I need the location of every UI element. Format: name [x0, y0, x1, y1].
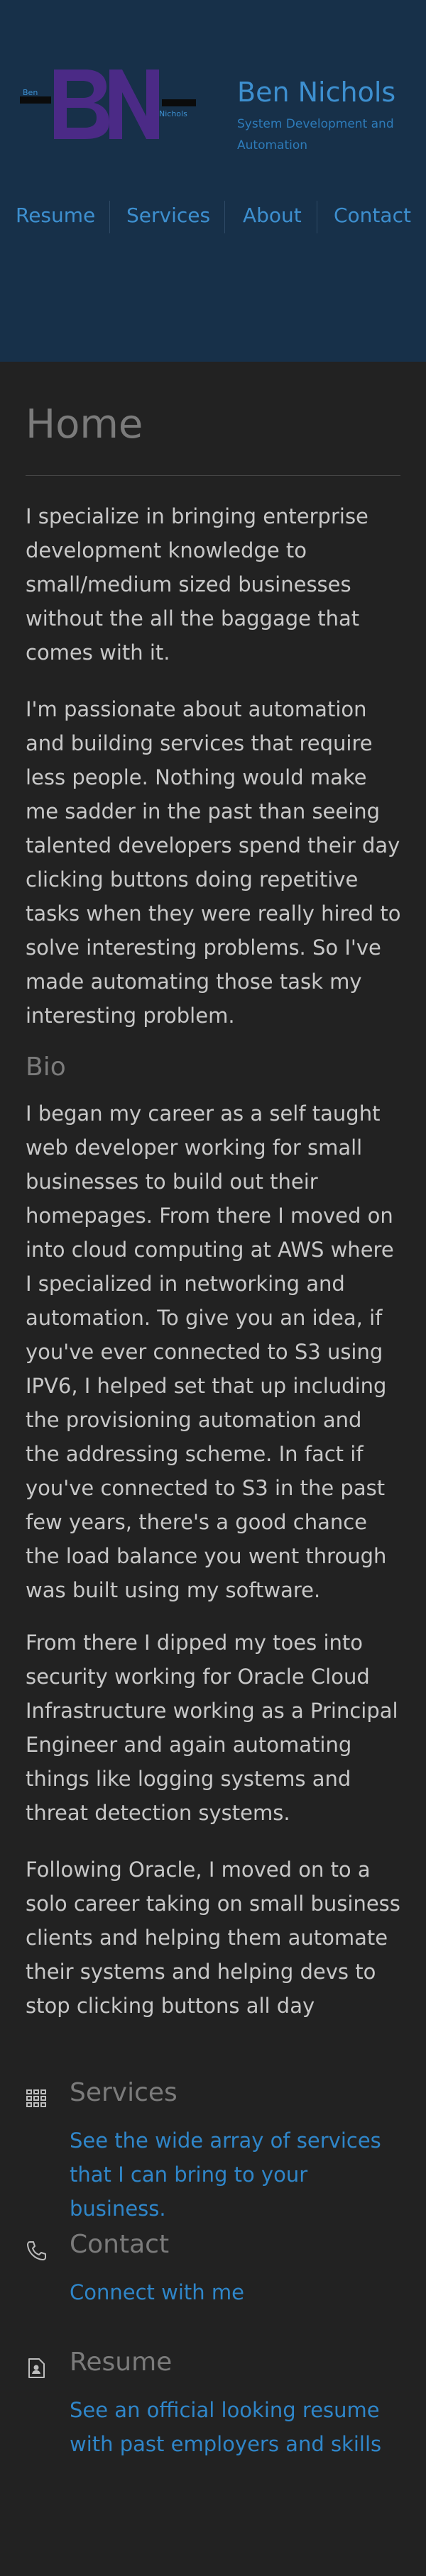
nav-divider	[224, 201, 225, 233]
nav-divider	[109, 201, 110, 233]
contact-title[interactable]: Contact	[70, 2230, 169, 2259]
resume-icon	[26, 2358, 47, 2379]
main-nav: Resume Services About Contact	[0, 201, 426, 235]
logo-first: Ben	[23, 88, 38, 97]
site-header: Ben Nichols Ben Nichols System Developme…	[0, 0, 426, 362]
page-title: Home	[26, 401, 143, 448]
services-title[interactable]: Services	[70, 2078, 178, 2107]
logo[interactable]: Ben Nichols	[20, 65, 196, 142]
nav-contact[interactable]: Contact	[334, 204, 411, 227]
bio-paragraph: Following Oracle, I moved on to a solo c…	[26, 1858, 400, 2018]
bio-paragraph: I began my career as a self taught web d…	[26, 1101, 394, 1602]
resume-title[interactable]: Resume	[70, 2348, 172, 2377]
logo-mark: Ben Nichols	[20, 70, 196, 139]
logo-last: Nichols	[159, 109, 187, 118]
phone-icon	[26, 2240, 47, 2261]
nav-services[interactable]: Services	[126, 204, 210, 227]
bio-heading: Bio	[26, 1053, 66, 1082]
resume-link[interactable]: See an official looking resume with past…	[70, 2393, 403, 2461]
contact-link[interactable]: Connect with me	[70, 2275, 403, 2309]
intro-paragraph: I specialize in bringing enterprise deve…	[26, 504, 368, 665]
nav-resume[interactable]: Resume	[16, 204, 95, 227]
grid-icon	[26, 2088, 47, 2109]
site-tagline: System Development and Automation	[237, 117, 394, 152]
title-divider	[26, 475, 400, 476]
nav-about[interactable]: About	[243, 204, 302, 227]
intro-paragraph: I'm passionate about automation and buil…	[26, 697, 401, 1028]
site-name[interactable]: Ben Nichols	[237, 77, 395, 108]
bio-paragraph: From there I dipped my toes into securit…	[26, 1631, 398, 1825]
services-link[interactable]: See the wide array of services that I ca…	[70, 2123, 403, 2226]
